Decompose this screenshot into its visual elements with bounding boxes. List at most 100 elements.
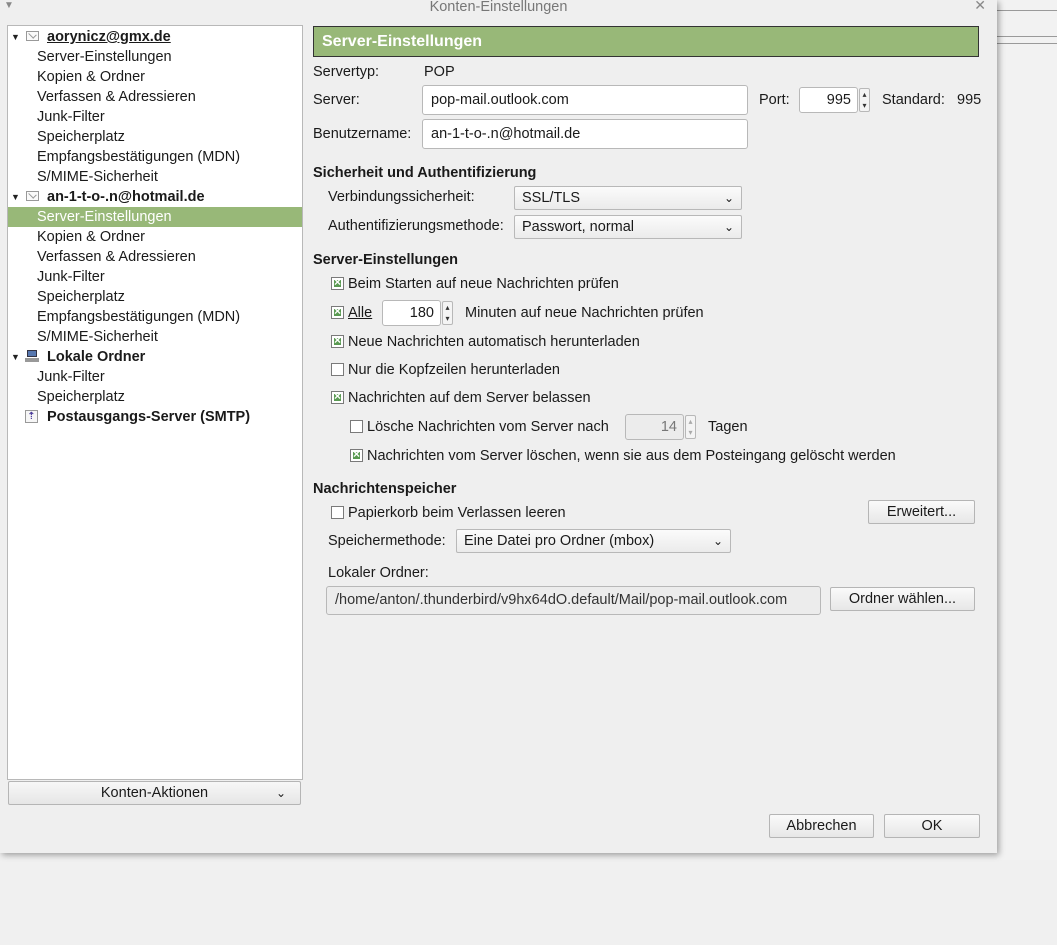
tree-item[interactable]: Speicherplatz <box>8 287 302 307</box>
tree-account-hotmail[interactable]: ▼ an-1-t-o-.n@hotmail.de <box>8 187 302 207</box>
tree-item-label: Empfangsbestätigungen (MDN) <box>37 149 241 165</box>
server-settings-heading: Server-Einstellungen <box>313 252 459 268</box>
delete-days-spinner[interactable]: ▴ ▾ <box>685 415 696 439</box>
account-actions-label: Konten-Aktionen <box>100 785 209 801</box>
chevron-down-icon: ⌄ <box>723 220 734 234</box>
server-input[interactable]: pop-mail.outlook.com <box>422 85 748 115</box>
advanced-button[interactable]: Erweitert... <box>868 500 975 524</box>
tree-item[interactable]: Junk-Filter <box>8 107 302 127</box>
leave-on-server-checkbox[interactable] <box>331 389 344 404</box>
auto-download-checkbox[interactable] <box>331 333 344 348</box>
tree-item-label: Junk-Filter <box>37 109 105 125</box>
delete-after-label[interactable]: Lösche Nachrichten vom Server nach <box>367 418 609 436</box>
auth-method-select[interactable]: Passwort, normal ⌄ <box>514 215 742 239</box>
collapse-triangle-icon[interactable]: ▼ <box>11 27 20 47</box>
tree-item[interactable]: S/MIME-Sicherheit <box>8 167 302 187</box>
tree-item[interactable]: Server-Einstellungen <box>8 47 302 67</box>
tree-item[interactable]: Speicherplatz <box>8 127 302 147</box>
computer-icon <box>25 350 39 362</box>
server-type-value: POP <box>424 64 455 80</box>
account-tree: ▼ aorynicz@gmx.de Server-Einstellungen K… <box>7 25 303 780</box>
username-input[interactable]: an-1-t-o-.n@hotmail.de <box>422 119 748 149</box>
tree-item-label: S/MIME-Sicherheit <box>37 169 158 185</box>
tree-item-selected[interactable]: Server-Einstellungen <box>8 207 302 227</box>
connection-security-value: SSL/TLS <box>522 190 581 206</box>
tree-item-label: Speicherplatz <box>37 129 125 145</box>
cancel-button[interactable]: Abbrechen <box>769 814 874 838</box>
storage-method-value: Eine Datei pro Ordner (mbox) <box>464 533 655 549</box>
window-title: Konten-Einstellungen <box>429 0 568 15</box>
auth-method-label: Authentifizierungsmethode: <box>328 218 504 234</box>
tree-item[interactable]: Kopien & Ordner <box>8 227 302 247</box>
storage-method-label: Speichermethode: <box>328 533 446 549</box>
leave-on-server-label[interactable]: Nachrichten auf dem Server belassen <box>348 389 591 407</box>
page-title: Server-Einstellungen <box>313 26 979 57</box>
headers-only-checkbox[interactable] <box>331 363 344 376</box>
delete-days-input[interactable]: 14 <box>625 414 684 440</box>
tree-account-smtp[interactable]: ⇡ Postausgangs-Server (SMTP) <box>8 407 302 427</box>
account-settings-dialog: ▼ Konten-Einstellungen ✕ ▼ aorynicz@gmx.… <box>0 0 997 853</box>
tree-item[interactable]: Kopien & Ordner <box>8 67 302 87</box>
tree-item[interactable]: Verfassen & Adressieren <box>8 87 302 107</box>
tree-item-label: Server-Einstellungen <box>37 49 172 65</box>
storage-heading: Nachrichtenspeicher <box>313 481 457 497</box>
account-actions-button[interactable]: Konten-Aktionen ⌄ <box>8 781 301 805</box>
choose-folder-button[interactable]: Ordner wählen... <box>830 587 975 611</box>
tree-account-label: an-1-t-o-.n@hotmail.de <box>47 189 205 205</box>
auth-method-value: Passwort, normal <box>522 219 635 235</box>
tree-item-label: Speicherplatz <box>37 289 125 305</box>
check-every-label[interactable]: Alle <box>348 304 372 322</box>
title-bar: ▼ Konten-Einstellungen ✕ <box>0 0 997 18</box>
tree-item-label: Kopien & Ordner <box>37 69 146 85</box>
tree-item-label: Server-Einstellungen <box>37 209 172 225</box>
tree-item[interactable]: Verfassen & Adressieren <box>8 247 302 267</box>
collapse-triangle-icon[interactable]: ▼ <box>11 187 20 207</box>
delete-when-deleted-label[interactable]: Nachrichten vom Server löschen, wenn sie… <box>367 447 896 465</box>
connection-security-label: Verbindungssicherheit: <box>328 189 475 205</box>
tree-item[interactable]: S/MIME-Sicherheit <box>8 327 302 347</box>
tree-item[interactable]: Junk-Filter <box>8 367 302 387</box>
tree-item[interactable]: Empfangsbestätigungen (MDN) <box>8 307 302 327</box>
empty-trash-checkbox[interactable] <box>331 506 344 519</box>
tree-item-label: Junk-Filter <box>37 269 105 285</box>
tree-item[interactable]: Speicherplatz <box>8 387 302 407</box>
check-minutes-spinner[interactable]: ▴ ▾ <box>442 301 453 325</box>
storage-method-select[interactable]: Eine Datei pro Ordner (mbox) ⌄ <box>456 529 731 553</box>
delete-when-deleted-checkbox[interactable] <box>350 447 363 462</box>
tree-account-label: Lokale Ordner <box>47 349 146 365</box>
chevron-down-icon: ⌄ <box>275 786 286 800</box>
tree-item[interactable]: Empfangsbestätigungen (MDN) <box>8 147 302 167</box>
check-every-checkbox[interactable] <box>331 304 344 319</box>
check-on-start-label[interactable]: Beim Starten auf neue Nachrichten prüfen <box>348 275 619 293</box>
tree-item[interactable]: Junk-Filter <box>8 267 302 287</box>
check-on-start-checkbox[interactable] <box>331 275 344 290</box>
tree-item-label: S/MIME-Sicherheit <box>37 329 158 345</box>
headers-only-label[interactable]: Nur die Kopfzeilen herunterladen <box>348 361 560 379</box>
tree-account-local[interactable]: ▼ Lokale Ordner <box>8 347 302 367</box>
tree-item-label: Verfassen & Adressieren <box>37 249 196 265</box>
standard-port-label: Standard: <box>882 92 945 108</box>
close-icon[interactable]: ✕ <box>974 0 986 12</box>
tree-account-gmx[interactable]: ▼ aorynicz@gmx.de <box>8 27 302 47</box>
server-label: Server: <box>313 92 360 108</box>
empty-trash-label[interactable]: Papierkorb beim Verlassen leeren <box>348 504 566 522</box>
chevron-down-icon: ⌄ <box>712 534 723 548</box>
port-spinner[interactable]: ▴ ▾ <box>859 88 870 112</box>
tree-account-label: aorynicz@gmx.de <box>47 29 171 45</box>
auto-download-label[interactable]: Neue Nachrichten automatisch herunterlad… <box>348 333 640 351</box>
tree-item-label: Kopien & Ordner <box>37 229 146 245</box>
port-input[interactable]: 995 <box>799 87 858 113</box>
local-folder-label: Lokaler Ordner: <box>328 565 429 581</box>
tree-account-label: Postausgangs-Server (SMTP) <box>47 409 251 425</box>
username-label: Benutzername: <box>313 126 412 142</box>
collapse-triangle-icon[interactable]: ▼ <box>11 347 20 367</box>
tree-item-label: Junk-Filter <box>37 369 105 385</box>
delete-after-checkbox[interactable] <box>350 420 363 433</box>
days-suffix-label: Tagen <box>708 419 748 435</box>
mail-account-icon <box>26 191 39 201</box>
check-minutes-input[interactable]: 180 <box>382 300 441 326</box>
connection-security-select[interactable]: SSL/TLS ⌄ <box>514 186 742 210</box>
mail-account-icon <box>26 31 39 41</box>
ok-button[interactable]: OK <box>884 814 980 838</box>
chevron-down-icon: ⌄ <box>723 191 734 205</box>
